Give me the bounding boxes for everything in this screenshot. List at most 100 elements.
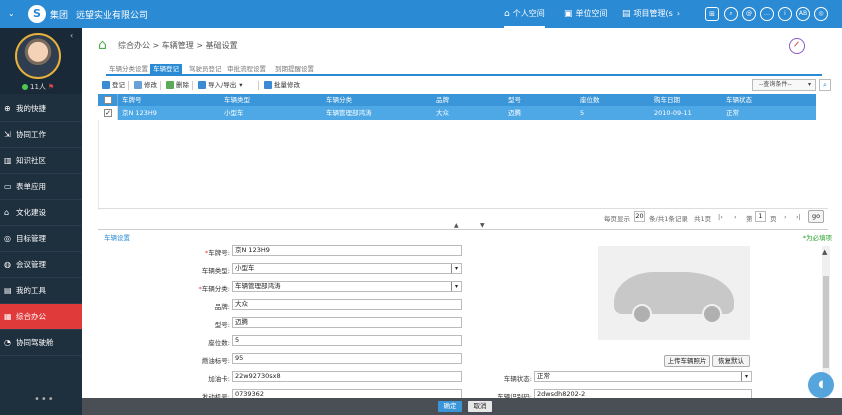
nav-unit-space[interactable]: ▣ 单位空间 <box>564 0 608 28</box>
fuel-label: 燃油标号: <box>201 357 230 365</box>
upload-photo-button[interactable]: 上传车辆照片 <box>664 355 710 367</box>
info-icon[interactable]: i <box>778 7 792 21</box>
sidebar-item-my-shortcuts[interactable]: ⊕ 我的快捷 <box>0 96 82 122</box>
menu-caret-icon[interactable]: ⌄ <box>8 9 15 18</box>
office-icon: ▦ <box>4 312 12 321</box>
sidebar-item-tools[interactable]: ▤ 我的工具 <box>0 278 82 304</box>
status-select[interactable]: 正常 ▾ <box>534 371 752 382</box>
fuel-input[interactable]: 95 <box>232 353 462 364</box>
company-name: 远望实业有限公司 <box>76 11 149 21</box>
register-button[interactable]: 登记 <box>102 80 125 91</box>
search-button[interactable]: ⌕ <box>819 79 831 91</box>
column-header[interactable]: 座位数 <box>580 94 600 106</box>
fuel-card-input[interactable]: 22w92730sx8 <box>232 371 462 382</box>
table-divider <box>98 120 99 210</box>
next-page-button[interactable]: › <box>784 213 787 221</box>
pagination: 每页显示 20 条/共1条记录 共1页 |‹ ‹ 第 1 页 › ›| go <box>98 208 828 224</box>
delete-button[interactable]: 删除 <box>166 80 189 91</box>
cancel-button[interactable]: 取消 <box>468 401 492 412</box>
sidebar-item-knowledge[interactable]: ▥ 知识社区 <box>0 148 82 174</box>
apps-icon[interactable]: ⊞ <box>705 7 719 21</box>
breadcrumb-text: 综合办公 > 车辆管理 > 基础设置 <box>118 41 238 50</box>
status-label: 车辆状态: <box>503 375 532 383</box>
plate-label: *车牌号: <box>205 249 230 257</box>
tab-vehicle-register[interactable]: 车辆登记 <box>150 64 182 75</box>
chevron-down-icon: ▾ <box>239 81 243 89</box>
tab-approval-flow[interactable]: 审批流程设置 <box>224 64 269 75</box>
building-icon: ⌂ <box>4 208 10 217</box>
query-condition-select[interactable]: --查询条件-- ▾ <box>752 79 816 91</box>
brand-input[interactable]: 大众 <box>232 299 462 310</box>
table-row[interactable]: ✓ 京N 123H9 小型车 车辆管理部鸿涛 大众 迈腾 5 2010-09-1… <box>98 106 816 120</box>
search-icon[interactable]: ⌕ <box>724 7 738 21</box>
go-button[interactable]: go <box>808 210 824 223</box>
user-avatar[interactable] <box>15 33 61 79</box>
online-status[interactable]: 11人 ⚑ <box>22 82 54 92</box>
collapse-down-icon[interactable]: ▼ <box>480 222 485 229</box>
page-number-input[interactable]: 1 <box>755 211 766 222</box>
chat-icon[interactable]: … <box>760 7 774 21</box>
tab-driver-register[interactable]: 驾驶员登记 <box>186 64 225 75</box>
nav-project-management[interactable]: ▤ 项目管理(s › <box>622 0 680 28</box>
prev-page-button[interactable]: ‹ <box>734 213 737 221</box>
category-select[interactable]: 车辆管理部鸿涛 ▾ <box>232 281 462 292</box>
confirm-button[interactable]: 确定 <box>438 401 462 412</box>
row-checkbox[interactable]: ✓ <box>98 106 118 120</box>
meeting-icon: ◍ <box>4 260 11 269</box>
scroll-up-icon[interactable]: ▲ <box>822 248 827 256</box>
clock-icon[interactable] <box>789 38 805 54</box>
sidebar-item-goals[interactable]: ◎ 目标管理 <box>0 226 82 252</box>
column-header[interactable]: 车辆类型 <box>224 94 250 106</box>
batch-edit-button[interactable]: 批量修改 <box>264 80 300 91</box>
model-input[interactable]: 迈腾 <box>232 317 462 328</box>
column-header[interactable]: 型号 <box>508 94 521 106</box>
bus-icon: ▣ <box>564 9 573 19</box>
import-export-button[interactable]: 导入/导出 ▾ <box>198 80 242 91</box>
column-header[interactable]: 车辆分类 <box>326 94 352 106</box>
toolbar-divider <box>258 81 259 90</box>
per-page-label: 每页显示 <box>604 215 630 223</box>
page-prefix: 第 <box>746 215 753 223</box>
collapse-icon[interactable]: ‹ <box>70 31 73 40</box>
record-summary: 条/共1条记录 <box>649 215 688 223</box>
settings-icon[interactable]: ◎ <box>814 7 828 21</box>
column-header[interactable]: 品牌 <box>436 94 449 106</box>
tab-vehicle-category[interactable]: 车辆分类设置 <box>106 64 151 75</box>
column-header[interactable]: 车辆状态 <box>726 94 752 106</box>
select-all-checkbox[interactable] <box>98 94 118 106</box>
plus-circle-icon: ⊕ <box>4 104 11 113</box>
last-page-button[interactable]: ›| <box>796 213 801 221</box>
panel-splitter[interactable]: ▲ ▼ <box>98 222 828 230</box>
sidebar-item-meetings[interactable]: ◍ 会议管理 <box>0 252 82 278</box>
sidebar-item-collaboration[interactable]: ⇲ 协同工作 <box>0 122 82 148</box>
home-icon: ⌂ <box>504 9 510 19</box>
plate-input[interactable]: 京N 123H9 <box>232 245 462 256</box>
edit-button[interactable]: 修改 <box>134 80 157 91</box>
collapse-up-icon[interactable]: ▲ <box>454 222 459 229</box>
per-page-input[interactable]: 20 <box>634 211 645 222</box>
flag-icon: ⚑ <box>47 83 55 91</box>
tab-expiry-reminder[interactable]: 到期提醒设置 <box>272 64 317 75</box>
restore-default-button[interactable]: 恢复默认 <box>712 355 750 367</box>
home-icon[interactable]: ⌂ <box>98 37 107 53</box>
at-icon[interactable]: @ <box>742 7 756 21</box>
column-header[interactable]: 购车日期 <box>654 94 680 106</box>
avatar-ab-icon[interactable]: AB <box>796 7 810 21</box>
toolbar: 登记 修改 删除 导入/导出 ▾ 批量修改 --查询条件-- ▾ ⌕ <box>98 78 831 93</box>
seats-input[interactable]: 5 <box>232 335 462 346</box>
sidebar-item-forms[interactable]: ▭ 表单应用 <box>0 174 82 200</box>
toolbar-divider <box>192 81 193 90</box>
main-content: ⌂ 综合办公 > 车辆管理 > 基础设置 车辆分类设置 车辆登记 驾驶员登记 审… <box>82 28 842 415</box>
sidebar-item-culture[interactable]: ⌂ 文化建设 <box>0 200 82 226</box>
sidebar-item-office[interactable]: ▦ 综合办公 <box>0 304 82 330</box>
table-cell: 2010-09-11 <box>654 109 692 117</box>
column-header[interactable]: 车牌号 <box>122 94 142 106</box>
sidebar-item-cockpit[interactable]: ◔ 协同驾驶舱 <box>0 330 82 356</box>
nav-personal-space[interactable]: ⌂ 个人空间 <box>504 0 545 28</box>
type-select[interactable]: 小型车 ▾ <box>232 263 462 274</box>
group-label[interactable]: 集团 <box>50 8 68 21</box>
first-page-button[interactable]: |‹ <box>718 213 723 221</box>
more-menu-button[interactable]: ••• <box>34 394 55 405</box>
scrollbar-thumb[interactable] <box>823 276 829 368</box>
floating-assistant-button[interactable]: ◖ <box>808 372 834 398</box>
